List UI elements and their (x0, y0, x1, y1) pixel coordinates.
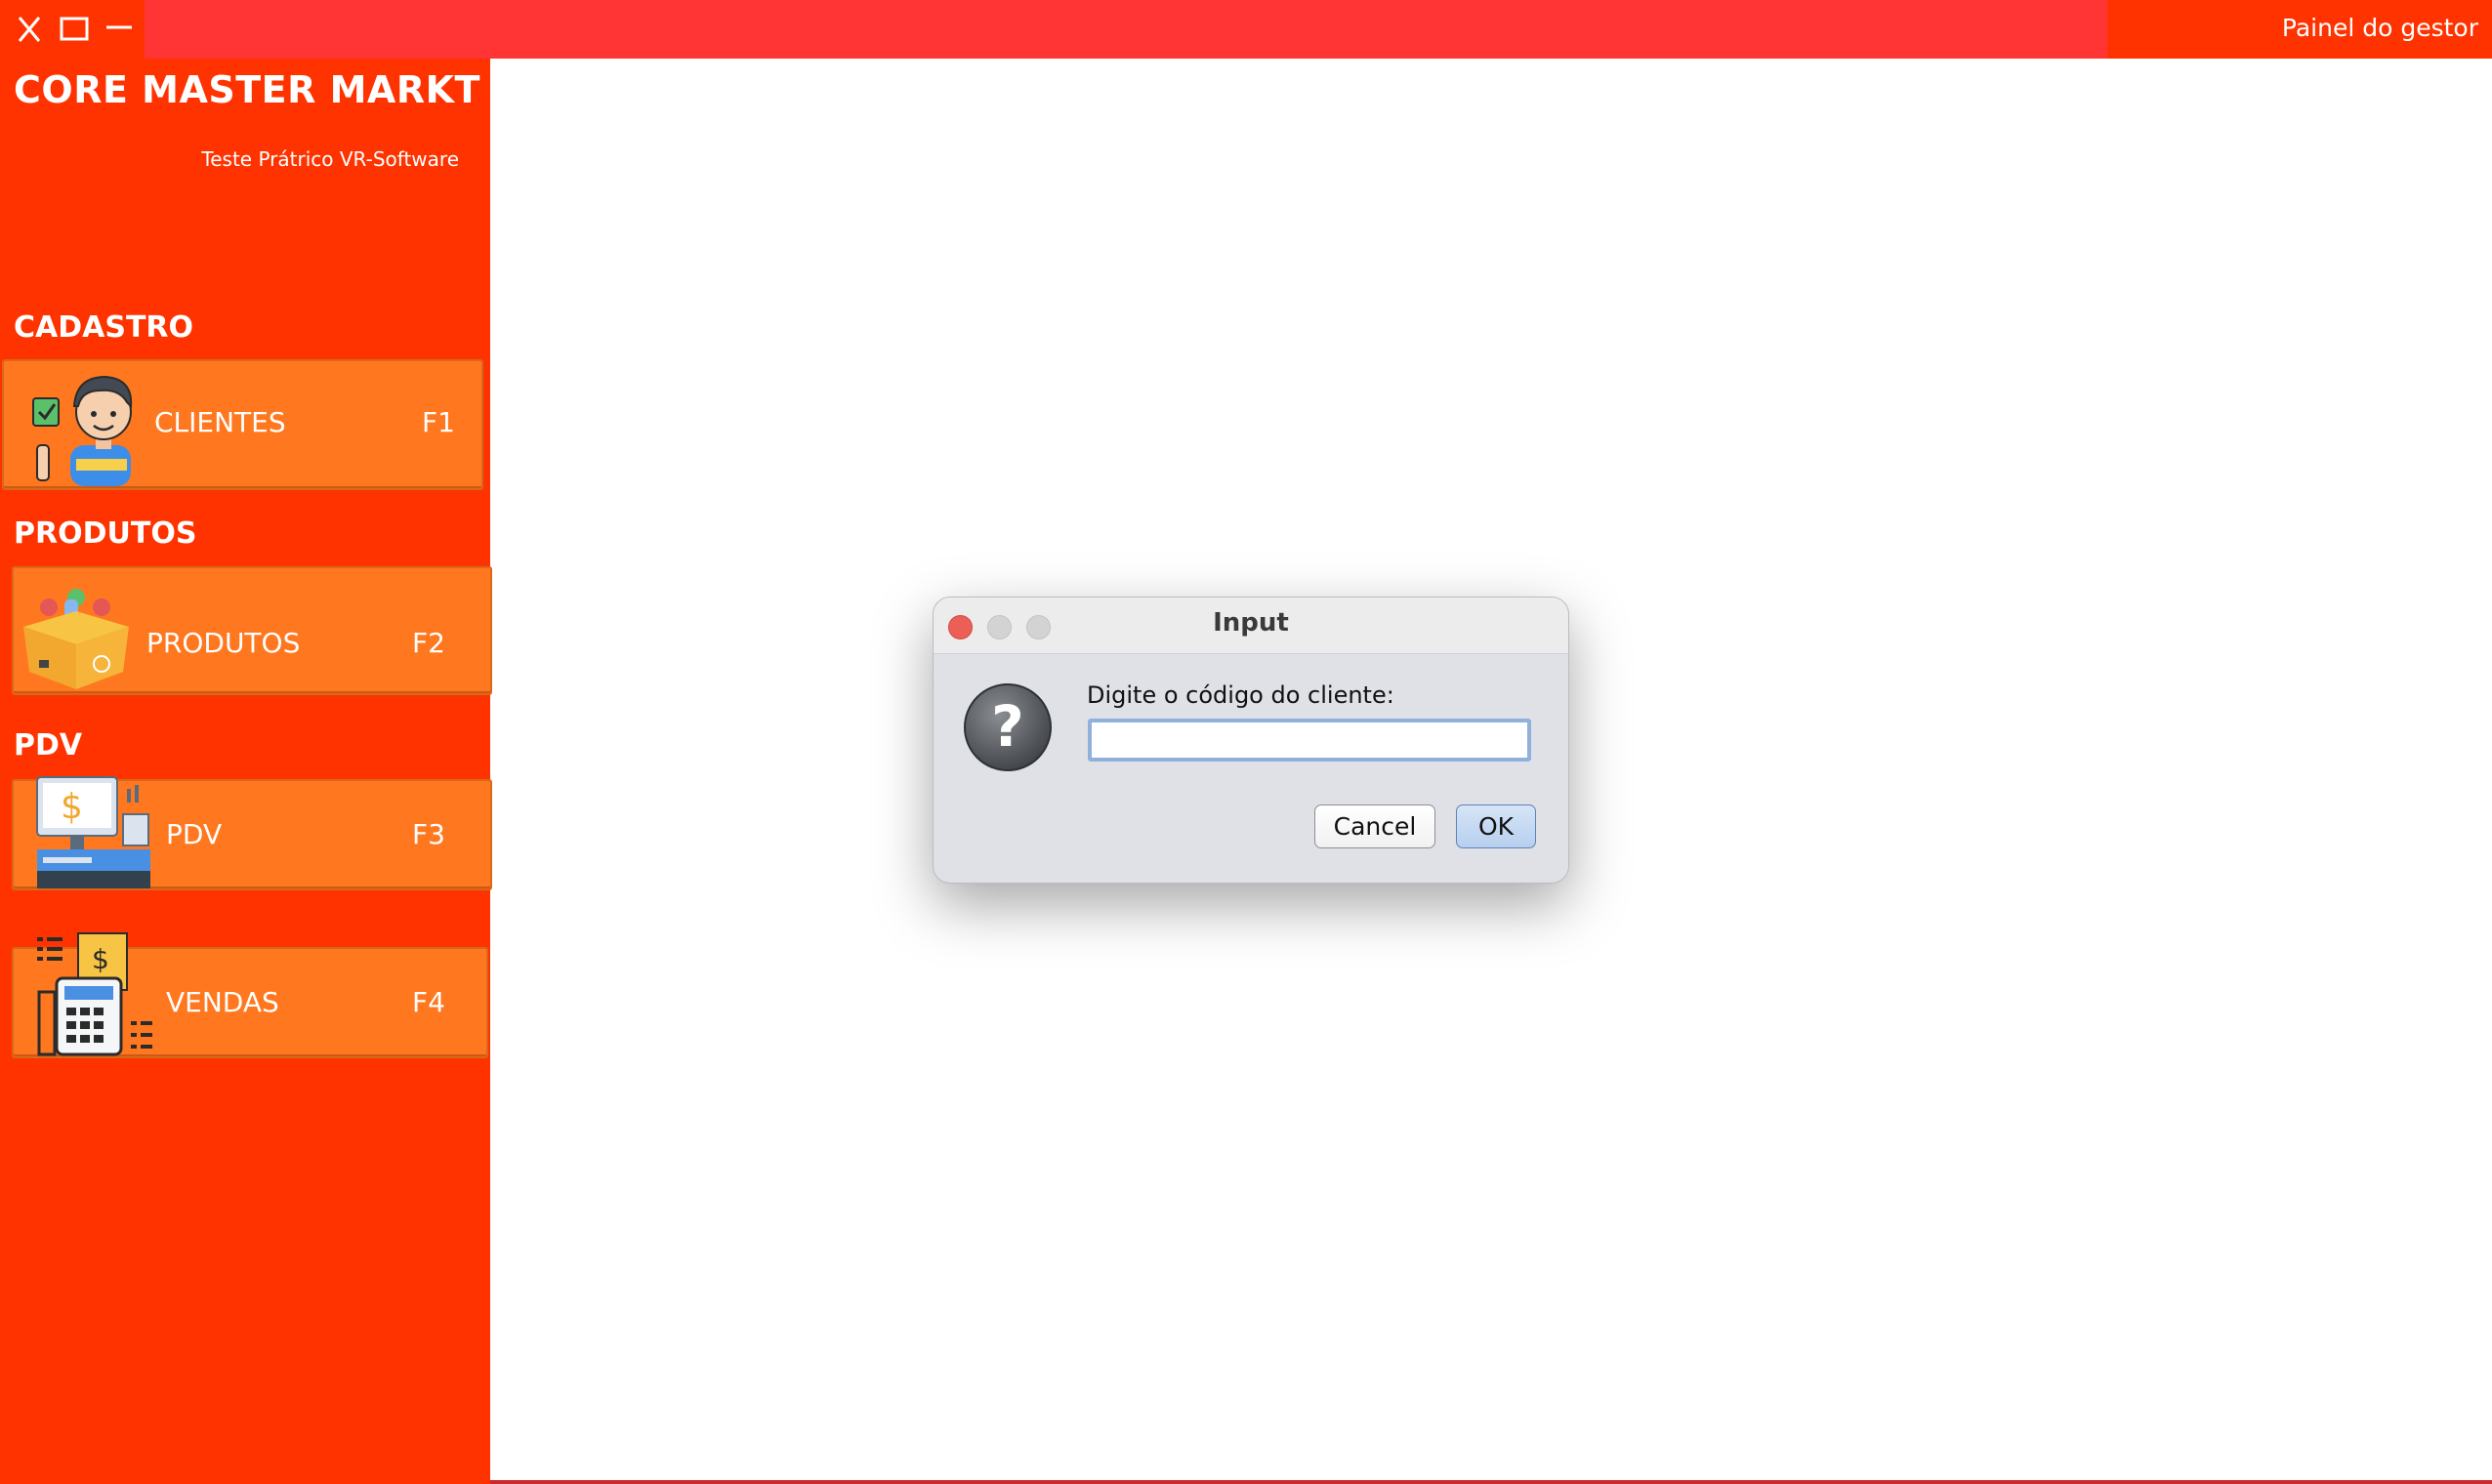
bottom-border (490, 1480, 2492, 1484)
pdv-label: PDV (166, 818, 223, 850)
customer-icon (32, 375, 133, 486)
svg-text:?: ? (991, 693, 1024, 760)
window-titlebar: Painel do gestor (0, 0, 2492, 59)
dialog-titlebar: Input (934, 598, 1568, 654)
ok-button[interactable]: OK (1456, 804, 1536, 848)
sales-receipt-icon: $ (37, 932, 152, 1056)
minimize-icon[interactable] (98, 8, 141, 51)
clientes-button[interactable]: CLIENTES F1 (2, 359, 483, 490)
close-icon[interactable] (8, 8, 51, 51)
vendas-shortcut: F4 (412, 986, 445, 1018)
clientes-label: CLIENTES (154, 406, 286, 438)
cancel-button[interactable]: Cancel (1314, 804, 1435, 848)
window-controls (0, 0, 145, 59)
titlebar-drag-area (145, 0, 2107, 59)
products-box-icon (23, 589, 129, 689)
maximize-icon[interactable] (53, 8, 96, 51)
question-icon: ? (964, 683, 1052, 771)
section-label-produtos: PRODUTOS (14, 516, 197, 551)
panel-label-area: Painel do gestor (2107, 0, 2492, 59)
vendas-label: VENDAS (166, 986, 279, 1018)
client-code-input[interactable] (1088, 719, 1531, 762)
svg-text:$: $ (92, 943, 109, 975)
sidebar: CORE MASTER MARKT Teste Prátrico VR-Soft… (0, 59, 492, 1484)
vendas-button[interactable]: $ VENDAS F4 (12, 932, 488, 1058)
section-label-pdv: PDV (14, 728, 83, 763)
section-label-cadastro: CADASTRO (14, 310, 194, 345)
pdv-shortcut: F3 (412, 818, 445, 850)
input-dialog: Input ? Digite o código do cliente: Canc… (933, 597, 1569, 884)
clientes-shortcut: F1 (422, 406, 455, 438)
app-title: CORE MASTER MARKT (14, 68, 480, 111)
pos-terminal-icon: $ (36, 776, 150, 888)
dialog-prompt: Digite o código do cliente: (1087, 681, 1394, 709)
panel-label: Painel do gestor (2281, 14, 2478, 42)
pdv-button[interactable]: $ PDV F3 (12, 776, 492, 890)
app-subtitle: Teste Prátrico VR-Software (201, 147, 459, 171)
dialog-title: Input (1213, 608, 1289, 638)
produtos-label: PRODUTOS (146, 627, 301, 659)
produtos-button[interactable]: PRODUTOS F2 (12, 566, 492, 695)
produtos-shortcut: F2 (412, 627, 445, 659)
svg-text:$: $ (61, 787, 83, 827)
